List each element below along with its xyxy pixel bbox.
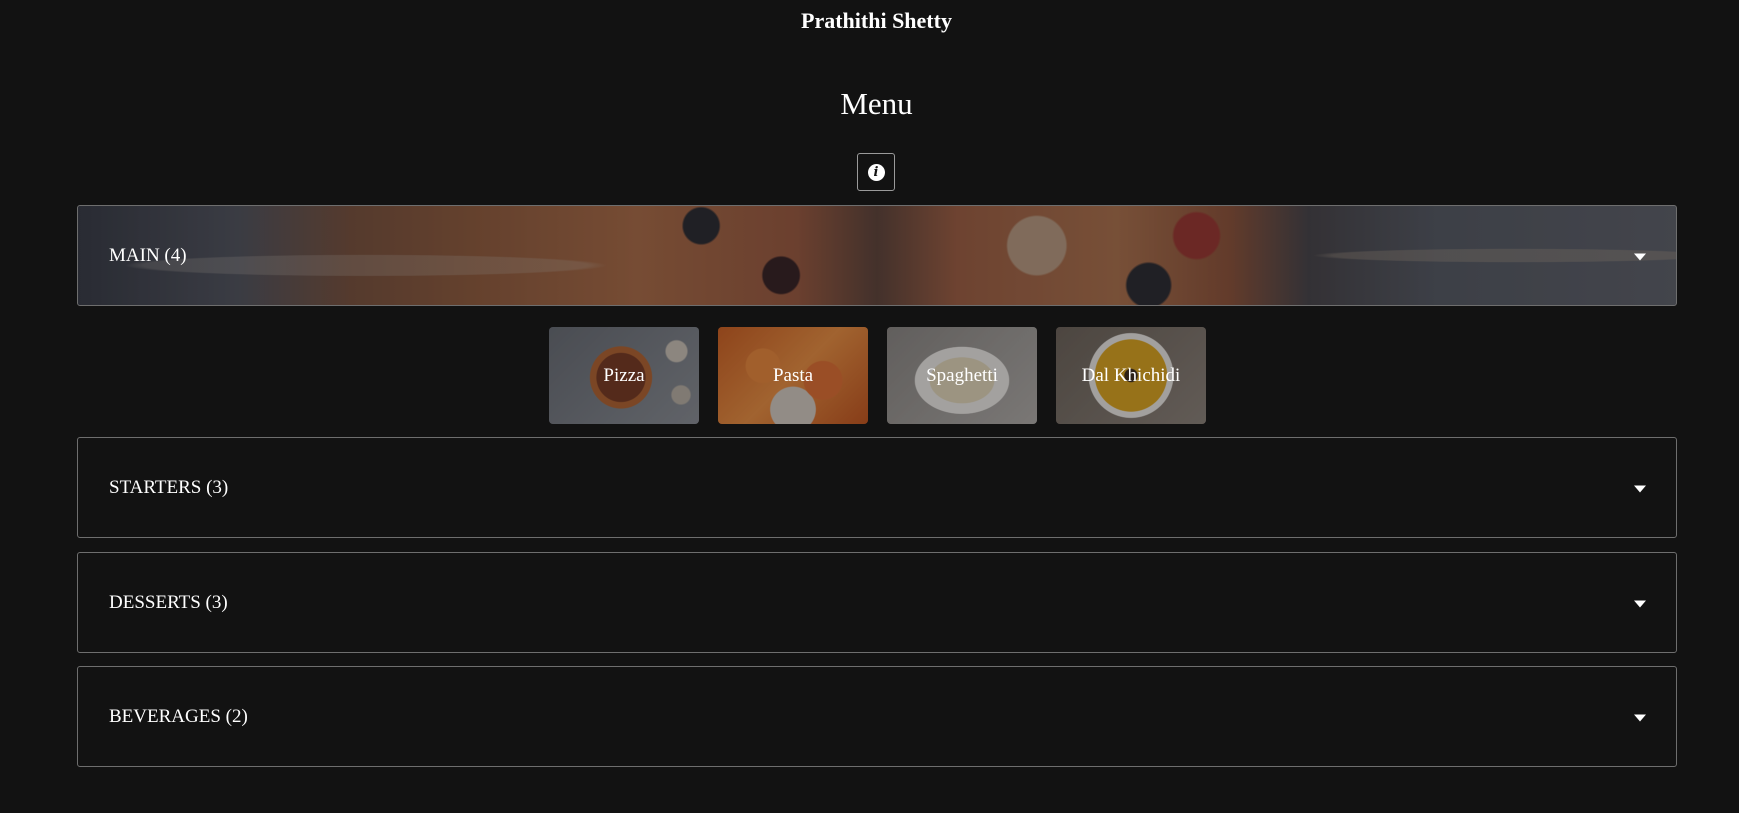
category-label: BEVERAGES (2) [109, 705, 248, 727]
page-title: Menu [840, 86, 913, 121]
menu-item-name: Spaghetti [926, 364, 998, 386]
category-label: DESSERTS (3) [109, 591, 228, 613]
main-items-list: Pizza Pasta Spaghetti Dal Khichidi [549, 327, 1206, 424]
category-main[interactable]: MAIN (4) [77, 205, 1677, 306]
menu-item-name: Dal Khichidi [1081, 364, 1181, 386]
caret-down-icon [1634, 253, 1646, 261]
menu-item-spaghetti[interactable]: Spaghetti [887, 327, 1037, 424]
category-desserts[interactable]: DESSERTS (3) [77, 552, 1677, 653]
caret-down-icon [1634, 600, 1646, 608]
info-button[interactable]: i [857, 153, 895, 191]
menu-item-pizza[interactable]: Pizza [549, 327, 699, 424]
category-label: STARTERS (3) [109, 476, 229, 498]
caret-down-icon [1634, 714, 1646, 722]
menu-item-name: Pasta [772, 364, 814, 386]
menu-item-name: Pizza [603, 364, 645, 386]
owner-name: Prathithi Shetty [801, 8, 952, 33]
category-label: MAIN (4) [109, 244, 187, 266]
category-beverages[interactable]: BEVERAGES (2) [77, 666, 1677, 767]
info-icon: i [867, 163, 885, 181]
menu-item-dal-khichidi[interactable]: Dal Khichidi [1056, 327, 1206, 424]
caret-down-icon [1634, 485, 1646, 493]
category-starters[interactable]: STARTERS (3) [77, 437, 1677, 538]
menu-item-pasta[interactable]: Pasta [718, 327, 868, 424]
